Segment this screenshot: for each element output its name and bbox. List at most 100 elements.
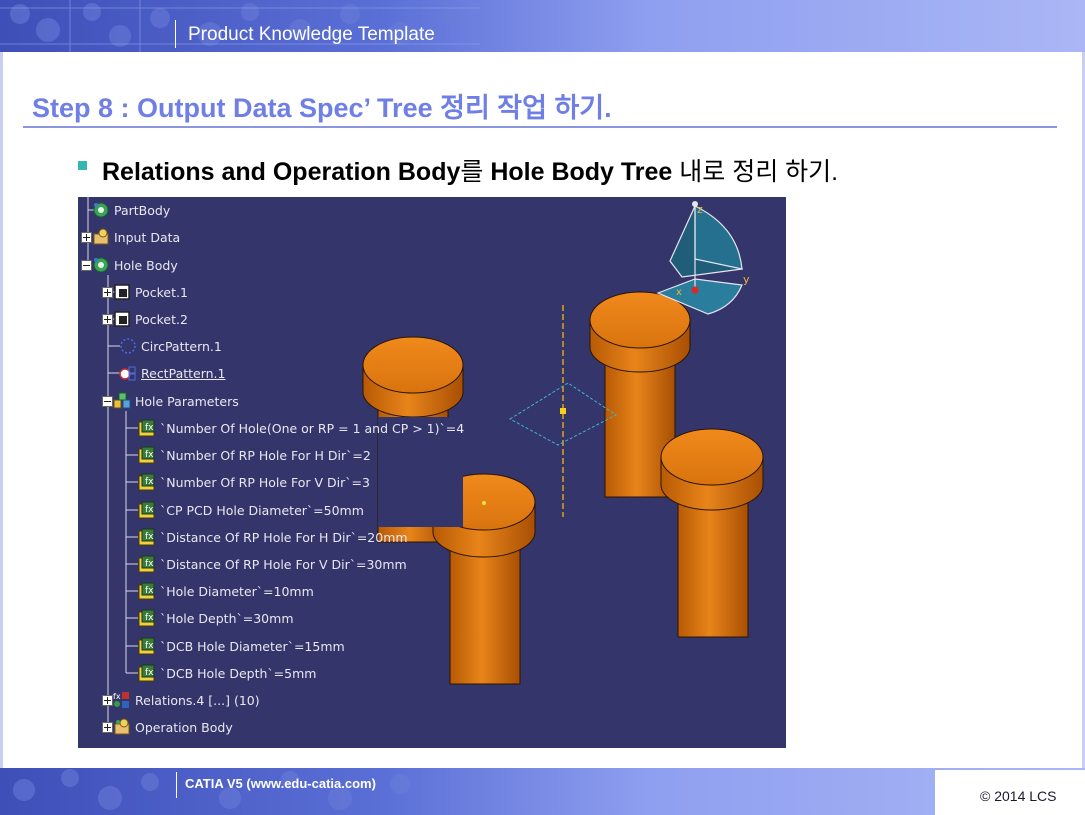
svg-text:fx: fx [145,423,154,433]
parameter-icon: fx [138,664,155,682]
expand-plus-icon[interactable] [102,313,113,325]
gear-body-icon [93,202,109,218]
tree-item-parameter[interactable]: fx `Distance Of RP Hole For H Dir`=20mm [138,526,408,548]
tree-label: `Distance Of RP Hole For V Dir`=30mm [160,556,407,572]
tree-item-parameter[interactable]: fx `DCB Hole Diameter`=15mm [138,635,345,657]
tree-label: Pocket.2 [135,311,188,327]
bullet-text: Relations and Operation Body를 Hole Body … [102,152,838,188]
bullet-text-4: 내로 정리 하기. [672,158,839,186]
compass-icon[interactable] [656,201,744,315]
svg-text:fx: fx [145,641,154,651]
bullet-bold-1: Relations and Operation Body [102,158,461,186]
tree-label: Hole Body [114,257,178,273]
pocket-icon [114,311,130,327]
tree-label: Hole Parameters [135,393,239,409]
tree-item-parameter[interactable]: fx `Number Of RP Hole For H Dir`=2 [138,444,371,466]
tree-label: RectPattern.1 [141,365,226,381]
tree-item-relations[interactable]: fx Relations.4 [...] (10) [102,689,260,711]
tree-item-parameter[interactable]: fx `Number Of Hole(One or RP = 1 and CP … [138,417,464,439]
gear-body-icon [93,257,109,273]
parameter-icon: fx [138,419,155,437]
tree-label: Input Data [114,229,181,245]
bullet-square-icon [78,161,87,170]
title-underline [23,126,1057,128]
tree-item-hole-parameters[interactable]: Hole Parameters [102,390,239,412]
tree-item-operation-body[interactable]: Operation Body [102,716,233,738]
frame-left [0,52,3,768]
tree-item-parameter[interactable]: fx `DCB Hole Depth`=5mm [138,662,316,684]
collapse-minus-icon[interactable] [81,259,92,271]
tree-item-parameter[interactable]: fx `Number Of RP Hole For V Dir`=3 [138,471,370,493]
parameter-icon: fx [138,637,155,655]
input-data-icon [93,228,109,245]
pocket-icon [114,284,130,300]
tree-item-partbody[interactable]: PartBody [92,199,170,221]
header-separator [175,20,176,48]
compass-x-label: x [676,287,682,298]
tree-label: Relations.4 [...] (10) [135,692,260,708]
parameter-icon: fx [138,473,155,491]
tree-label: CircPattern.1 [141,338,222,354]
tree-item-parameter[interactable]: fx `CP PCD Hole Diameter`=50mm [138,499,364,521]
tree-label: `Hole Diameter`=10mm [160,583,314,599]
tree-item-pocket-1[interactable]: Pocket.1 [102,281,188,303]
circpattern-icon [120,338,136,354]
rectpattern-icon [119,366,136,381]
tree-lines [87,197,138,729]
expand-plus-icon[interactable] [102,694,113,706]
parameter-icon: fx [138,528,155,546]
tree-label: `Number Of RP Hole For V Dir`=3 [160,474,370,490]
relations-icon: fx [113,692,129,708]
tree-label: PartBody [114,202,171,218]
svg-text:fx: fx [145,477,154,487]
tree-item-input-data[interactable]: Input Data [81,226,180,248]
expand-plus-icon[interactable] [81,231,92,243]
svg-text:fx: fx [113,692,121,701]
parameter-icon: fx [138,582,155,600]
tree-label: Operation Body [135,719,233,735]
tree-item-rectpattern-1[interactable]: RectPattern.1 [119,362,226,384]
parameter-icon: fx [138,609,155,627]
footer-left-text: CATIA V5 (www.edu-catia.com) [185,776,376,791]
tree-label: `Number Of RP Hole For H Dir`=2 [160,447,371,463]
tree-label: `Hole Depth`=30mm [160,610,294,626]
tree-item-circpattern-1[interactable]: CircPattern.1 [119,335,222,357]
header-title: Product Knowledge Template [188,24,435,45]
header-band: Product Knowledge Template [0,0,1085,52]
parameters-set-icon [113,392,131,409]
svg-text:fx: fx [145,613,154,623]
tree-item-hole-body[interactable]: Hole Body [81,254,178,276]
tree-label: `Distance Of RP Hole For H Dir`=20mm [160,529,408,545]
tree-item-parameter[interactable]: fx `Hole Depth`=30mm [138,607,294,629]
expand-plus-icon[interactable] [102,286,113,298]
compass-y-label: y [743,273,750,286]
tree-label: `Number Of Hole(One or RP = 1 and CP > 1… [160,420,465,436]
svg-text:fx: fx [145,505,154,515]
svg-text:fx: fx [145,668,154,678]
expand-plus-icon[interactable] [102,721,113,733]
collapse-minus-icon[interactable] [102,395,113,407]
footer-separator [176,772,177,798]
step-title: Step 8 : Output Data Spec’ Tree 정리 작업 하기… [32,93,612,123]
svg-text:fx: fx [145,559,154,569]
svg-text:fx: fx [145,586,154,596]
tree-label: `DCB Hole Diameter`=15mm [160,638,345,654]
parameter-icon: fx [138,446,155,464]
tree-item-pocket-2[interactable]: Pocket.2 [102,308,188,330]
cad-viewport[interactable]: z y x PartBody Input Data Hole Body Pock… [78,197,786,748]
tree-label: `DCB Hole Depth`=5mm [160,665,317,681]
tree-item-parameter[interactable]: fx `Distance Of RP Hole For V Dir`=30mm [138,553,407,575]
cylinder-3 [660,428,764,638]
parameter-icon: fx [138,501,155,519]
compass-z-label: z [697,203,703,216]
footer-band: CATIA V5 (www.edu-catia.com) [0,768,1085,815]
svg-text:fx: fx [145,450,154,460]
bullet-bold-2: Hole Body Tree [490,158,673,186]
operation-body-icon [114,718,130,735]
tree-label: `CP PCD Hole Diameter`=50mm [160,502,364,518]
parameter-icon: fx [138,555,155,573]
tree-item-parameter[interactable]: fx `Hole Diameter`=10mm [138,580,314,602]
footer-copyright: © 2014 LCS [960,780,1073,812]
bullet-text-2: 를 [460,158,491,186]
svg-text:fx: fx [145,532,154,542]
